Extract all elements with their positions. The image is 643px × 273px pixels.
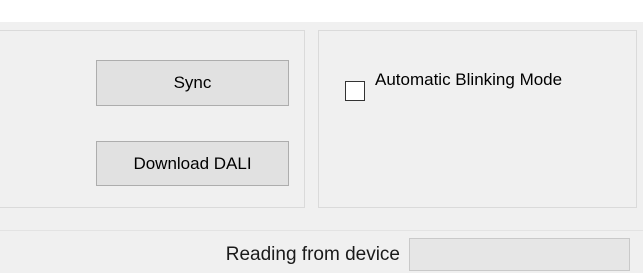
top-strip	[0, 0, 643, 22]
automatic-blinking-label[interactable]: Automatic Blinking Mode	[375, 70, 625, 89]
automatic-blinking-checkbox[interactable]	[345, 81, 365, 101]
download-dali-button[interactable]: Download DALI	[96, 141, 289, 186]
reading-status-label: Reading from device	[225, 244, 400, 265]
status-separator	[0, 230, 643, 231]
reading-status-field	[409, 238, 630, 271]
options-panel	[318, 30, 637, 208]
sync-button[interactable]: Sync	[96, 60, 289, 106]
